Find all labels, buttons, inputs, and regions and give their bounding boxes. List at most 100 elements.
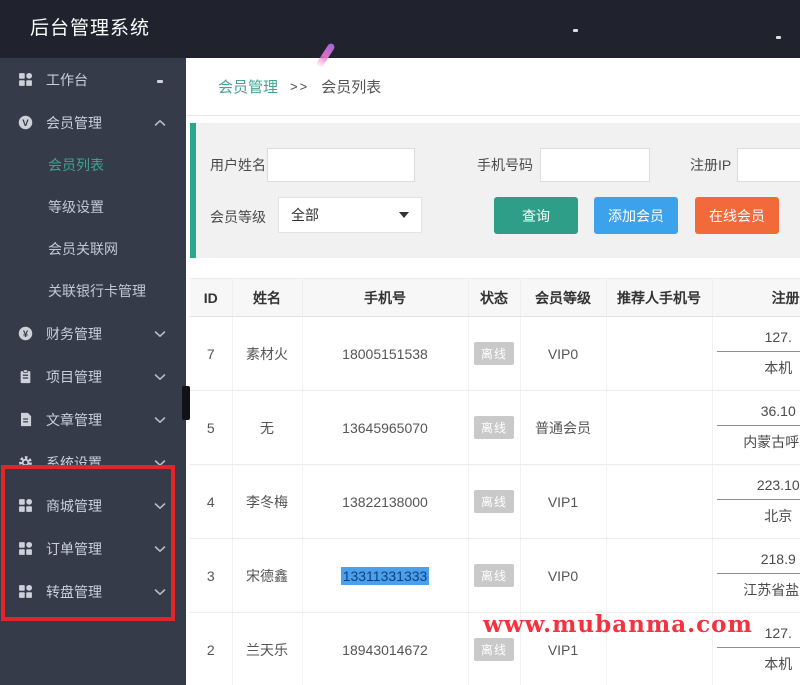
cell-phone: 18943014672 (302, 612, 469, 685)
sidebar-item-label: 关联银行卡管理 (48, 283, 146, 299)
caret-down-icon (399, 212, 409, 218)
watermark: www.mubanma.com (483, 611, 753, 638)
sidebar-item-label: 等级设置 (48, 199, 104, 215)
grid-icon (18, 541, 33, 556)
v-circle-icon: V (18, 115, 33, 130)
member-level-label: 会员等级 (210, 209, 266, 225)
sidebar-item-article-management[interactable]: 文章管理 (0, 398, 186, 441)
sidebar-item-finance-management[interactable]: ¥ 财务管理 (0, 312, 186, 355)
phone-input[interactable] (540, 148, 650, 182)
cell-name: 素材火 (232, 316, 303, 391)
admin-page: 后台管理系统 工作台 V 会员管理 会员列表 等级设置 会员关联网 关联银行卡管理 ¥ 财务管理… (0, 0, 800, 685)
column-header: 会员等级 (520, 278, 607, 317)
cell-level: VIP0 (520, 538, 607, 613)
cell-level: 普通会员 (520, 390, 607, 465)
status-badge: 离线 (473, 490, 514, 513)
breadcrumb-current: 会员列表 (321, 79, 382, 96)
cell-name: 宋德鑫 (232, 538, 303, 613)
cell-phone: 13822138000 (302, 464, 469, 539)
svg-text:¥: ¥ (23, 329, 29, 340)
scrollbar-thumb[interactable] (182, 386, 190, 420)
sidebar-item-label: 会员管理 (46, 114, 102, 131)
svg-text:V: V (22, 118, 29, 129)
sidebar-item-member-list[interactable]: 会员列表 (0, 144, 186, 186)
sidebar-item-project-management[interactable]: 项目管理 (0, 355, 186, 398)
grid-icon (18, 72, 33, 87)
register-location-value: 本机 (764, 656, 793, 672)
column-header: 推荐人手机号 (606, 278, 713, 317)
register-ip-value: 223.10 (717, 477, 800, 500)
chevron-down-icon (154, 545, 166, 553)
cell-register-ip: 218.9 江苏省盐城 (712, 538, 800, 613)
sidebar-item-label: 商城管理 (46, 497, 102, 514)
sidebar-item-order-management[interactable]: 订单管理 (0, 527, 186, 570)
document-icon (18, 412, 33, 427)
sidebar-item-label: 订单管理 (46, 540, 102, 557)
header-dot-artifact (573, 29, 578, 32)
column-header: 注册IP (712, 278, 800, 317)
column-header: 姓名 (232, 278, 303, 317)
chevron-down-icon (154, 330, 166, 338)
grid-icon (18, 584, 33, 599)
cell-phone: 13311331333 (302, 538, 469, 613)
status-badge: 离线 (473, 342, 514, 365)
sidebar-item-level-settings[interactable]: 等级设置 (0, 186, 186, 228)
register-location-value: 江苏省盐城 (743, 582, 800, 598)
sidebar-item-bank-card-management[interactable]: 关联银行卡管理 (0, 270, 186, 312)
sidebar-item-member-network[interactable]: 会员关联网 (0, 228, 186, 270)
table-row: 5无13645965070离线普通会员 36.10 内蒙古呼和 (190, 390, 800, 465)
chevron-down-icon (154, 373, 166, 381)
cell-register-ip: 36.10 内蒙古呼和 (712, 390, 800, 465)
sidebar-submenu-member-management: 会员列表等级设置会员关联网关联银行卡管理 (0, 144, 186, 312)
cell-name: 兰天乐 (232, 612, 303, 685)
breadcrumb-parent-link[interactable]: 会员管理 (218, 76, 278, 97)
sidebar-item-label: 工作台 (46, 71, 88, 88)
chevron-down-icon (154, 459, 166, 467)
register-ip-value: 36.10 (717, 403, 800, 426)
table-row: 7 素材火 18005151538 离线 VIP0 127. 本机 (190, 316, 800, 391)
sidebar-item-label: 财务管理 (46, 325, 102, 342)
app-title: 后台管理系统 (30, 18, 151, 39)
accent-bar (190, 123, 196, 258)
header-dot-artifact (776, 36, 781, 39)
table-header-row: ID姓名手机号状态会员等级推荐人手机号注册IP (190, 278, 800, 317)
chevron-down-icon (154, 416, 166, 424)
sidebar-item-mall-management[interactable]: 商城管理 (0, 484, 186, 527)
cell-level: VIP1 (520, 464, 607, 539)
chevron-down-icon (154, 588, 166, 596)
table-row: 3宋德鑫 13311331333 离线 VIP0 218.9 江苏省盐城 (190, 538, 800, 613)
sidebar-item-workbench[interactable]: 工作台 (0, 58, 186, 101)
register-ip-input[interactable] (737, 148, 800, 182)
username-input[interactable] (267, 148, 415, 182)
cell-register-ip: 223.10 北京 (712, 464, 800, 539)
cell-name: 李冬梅 (232, 464, 303, 539)
cell-register-ip: 127. 本机 (712, 316, 800, 391)
register-ip-value: 218.9 (717, 551, 800, 574)
filter-panel: 用户姓名 手机号码 注册IP 会员等级 全部 查询 添加会员 在线会员 (190, 123, 800, 258)
selected-text: 13311331333 (340, 566, 430, 585)
sidebar-menu: 工作台 V 会员管理会员列表等级设置会员关联网关联银行卡管理 ¥ 财务管理项目管理 文章管… (0, 58, 186, 613)
grid-icon (18, 498, 33, 513)
cell-referrer (606, 390, 713, 465)
add-member-button[interactable]: 添加会员 (594, 197, 678, 234)
query-button[interactable]: 查询 (494, 197, 578, 234)
cell-level: VIP0 (520, 316, 607, 391)
sidebar-item-system-settings[interactable]: 系统设置 (0, 441, 186, 484)
sidebar-item-label: 转盘管理 (46, 583, 102, 600)
collapsed-indicator-dash (157, 79, 163, 83)
cell-status: 离线 (468, 316, 521, 391)
breadcrumb: 会员管理 >> 会员列表 (186, 58, 800, 116)
sidebar-item-member-management[interactable]: V 会员管理 (0, 101, 186, 144)
clipboard-icon (18, 369, 33, 384)
register-ip-value: 127. (717, 329, 800, 352)
sidebar-item-wheel-management[interactable]: 转盘管理 (0, 570, 186, 613)
column-header: 状态 (468, 278, 521, 317)
register-ip-label: 注册IP (690, 157, 732, 173)
online-members-button[interactable]: 在线会员 (695, 197, 779, 234)
member-level-select-value: 全部 (291, 207, 319, 223)
column-header: 手机号 (302, 278, 469, 317)
status-badge: 离线 (473, 416, 514, 439)
cell-phone: 13645965070 (302, 390, 469, 465)
member-level-select[interactable]: 全部 (278, 197, 422, 233)
cell-status: 离线 (468, 464, 521, 539)
